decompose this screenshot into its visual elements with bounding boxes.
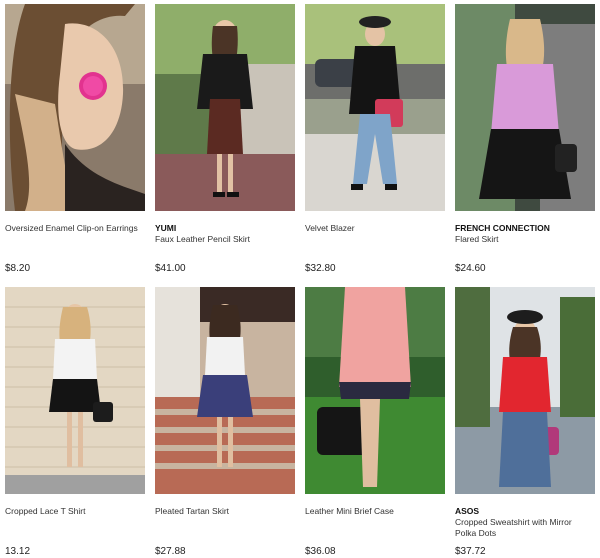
product-card[interactable]: Oversized Enamel Clip-on Earrings $8.20 bbox=[5, 4, 145, 274]
product-name[interactable]: Cropped Lace T Shirt bbox=[5, 506, 145, 517]
product-price: $27.88 bbox=[155, 546, 186, 557]
product-brand: FRENCH CONNECTION bbox=[455, 223, 550, 233]
product-photo[interactable] bbox=[5, 4, 145, 211]
product-price: $37.72 bbox=[455, 546, 486, 557]
product-price: $24.60 bbox=[455, 263, 486, 274]
product-card[interactable]: Leather Mini Brief Case $36.08 bbox=[305, 287, 445, 557]
product-name[interactable]: Leather Mini Brief Case bbox=[305, 506, 445, 517]
product-grid: Oversized Enamel Clip-on Earrings $8.20 … bbox=[0, 0, 600, 558]
product-name[interactable]: Faux Leather Pencil Skirt bbox=[155, 234, 295, 245]
product-card[interactable]: YUMI Faux Leather Pencil Skirt $41.00 bbox=[155, 4, 295, 274]
product-name[interactable]: Cropped Sweatshirt with Mirror Polka Dot… bbox=[455, 517, 595, 539]
product-photo[interactable] bbox=[305, 287, 445, 494]
product-card[interactable]: Cropped Lace T Shirt 13.12 bbox=[5, 287, 145, 557]
product-name[interactable]: Oversized Enamel Clip-on Earrings bbox=[5, 223, 145, 234]
product-name[interactable]: Velvet Blazer bbox=[305, 223, 445, 234]
product-card[interactable]: Velvet Blazer $32.80 bbox=[305, 4, 445, 274]
product-brand: YUMI bbox=[155, 223, 177, 233]
product-name[interactable]: Flared Skirt bbox=[455, 234, 595, 245]
product-price: 13.12 bbox=[5, 546, 31, 557]
product-price: $32.80 bbox=[305, 263, 336, 274]
product-brand: ASOS bbox=[455, 506, 480, 516]
product-card[interactable]: ASOS Cropped Sweatshirt with Mirror Polk… bbox=[455, 287, 595, 557]
product-card[interactable]: Pleated Tartan Skirt $27.88 bbox=[155, 287, 295, 557]
product-photo[interactable] bbox=[455, 287, 595, 494]
product-price: $41.00 bbox=[155, 263, 186, 274]
product-price: $8.20 bbox=[5, 263, 31, 274]
product-photo[interactable] bbox=[155, 287, 295, 494]
product-price: $36.08 bbox=[305, 546, 336, 557]
product-photo[interactable] bbox=[155, 4, 295, 211]
product-card[interactable]: FRENCH CONNECTION Flared Skirt $24.60 bbox=[455, 4, 595, 274]
product-photo[interactable] bbox=[305, 4, 445, 211]
product-photo[interactable] bbox=[5, 287, 145, 494]
product-photo[interactable] bbox=[455, 4, 595, 211]
product-name[interactable]: Pleated Tartan Skirt bbox=[155, 506, 295, 517]
